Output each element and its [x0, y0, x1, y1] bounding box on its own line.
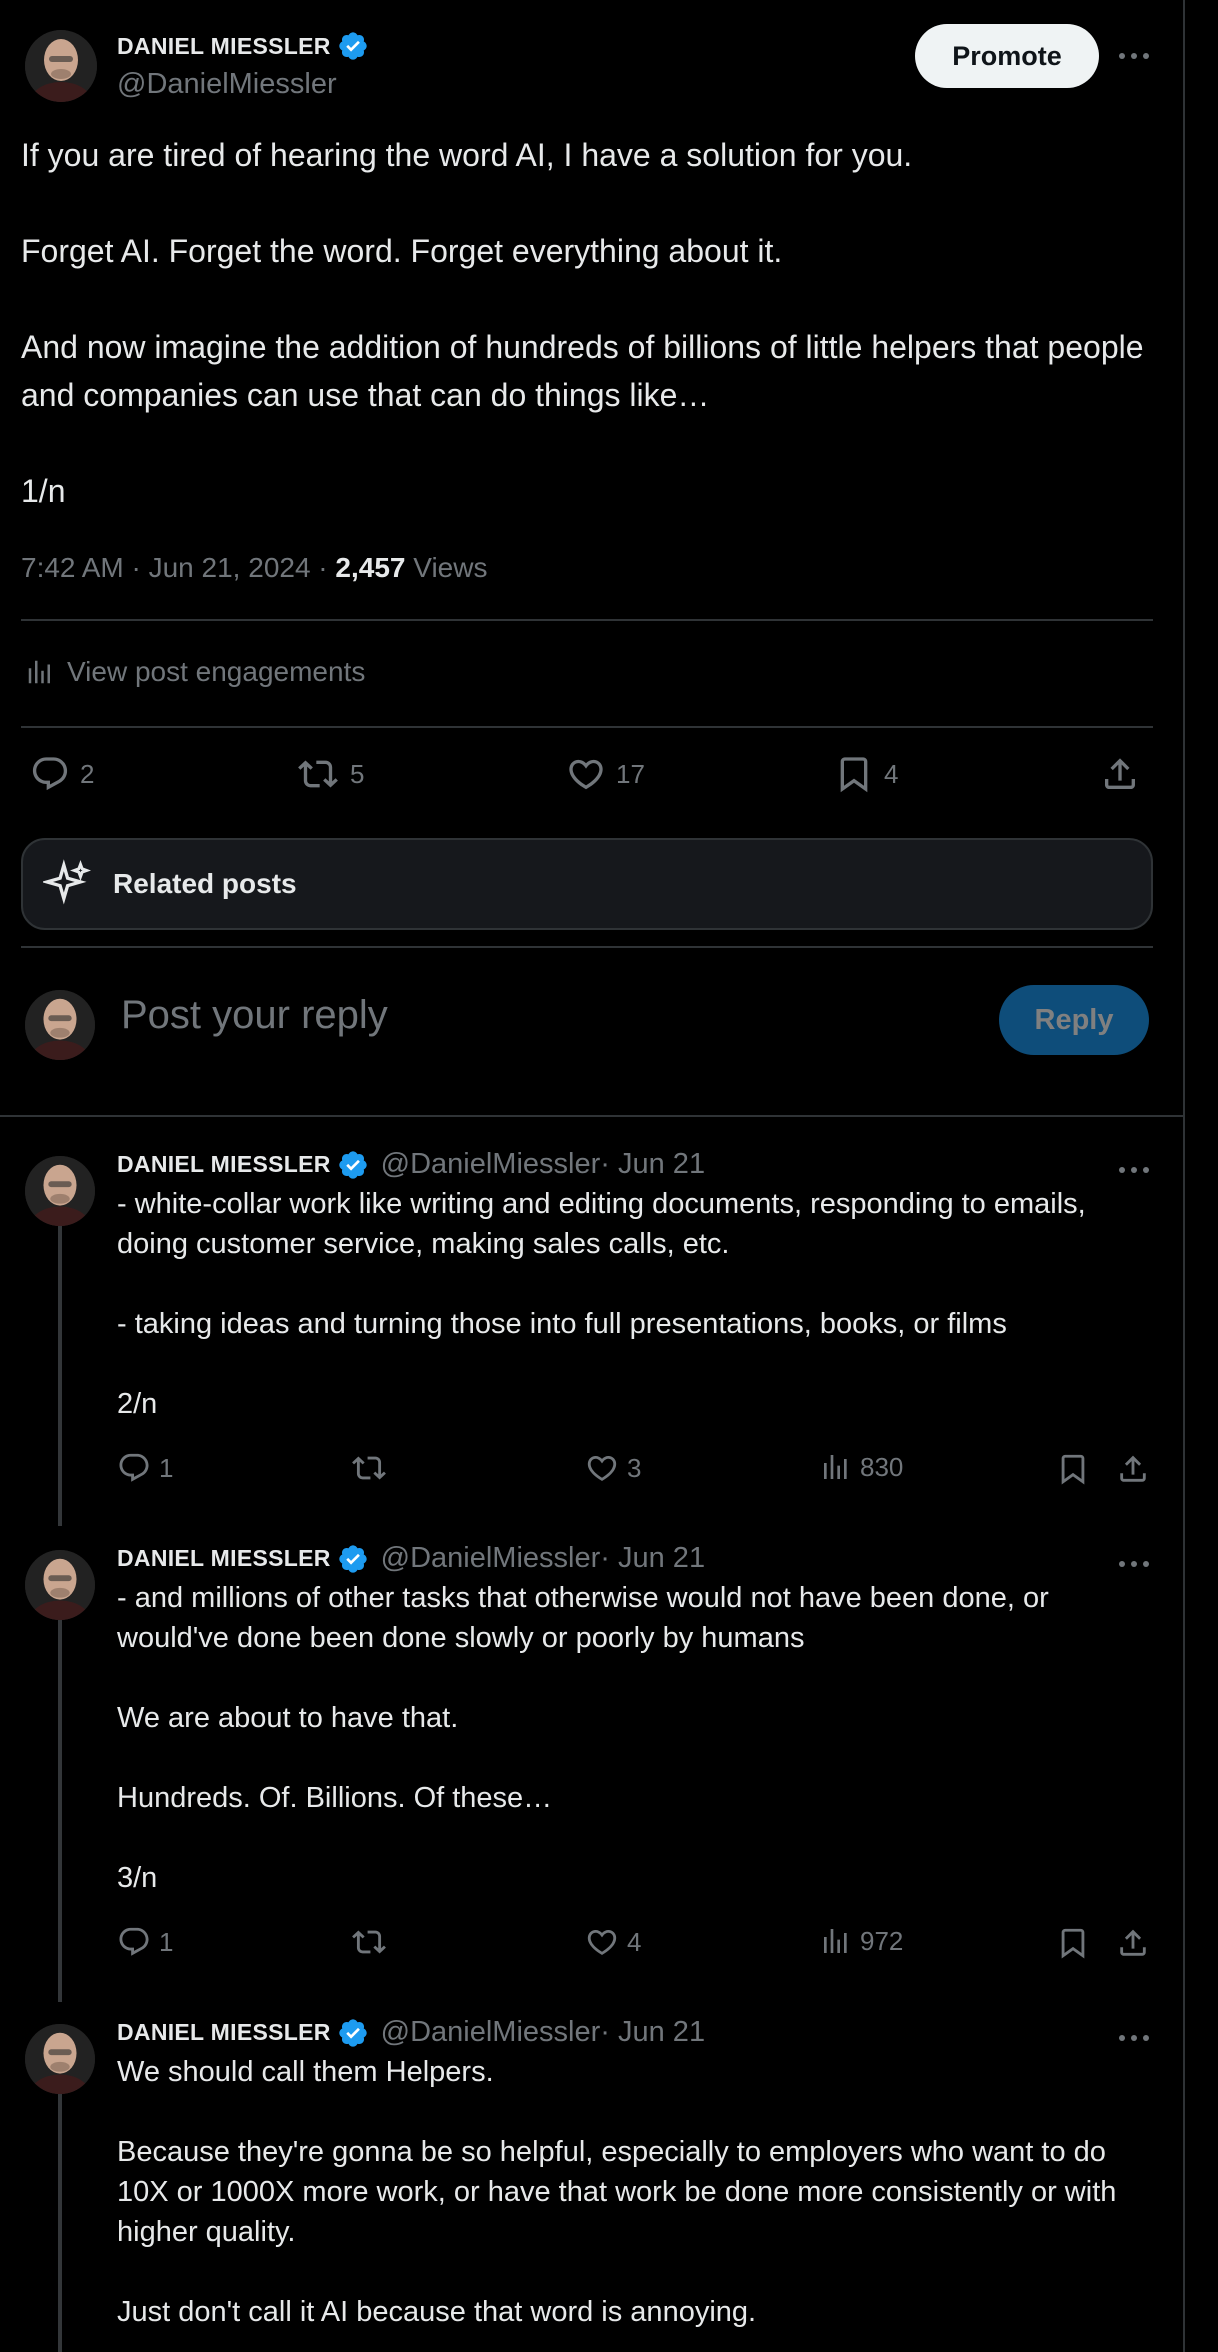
share-action[interactable] [1100, 754, 1150, 794]
share-icon[interactable] [1116, 1926, 1150, 1960]
view-count: 972 [860, 1925, 904, 1956]
views-action[interactable]: 830 [820, 1451, 903, 1483]
reply-count: 2 [80, 758, 95, 789]
reply-button[interactable]: Reply [999, 985, 1149, 1055]
author-handle[interactable]: @DanielMiessler [117, 68, 369, 101]
reply-icon [119, 1927, 149, 1956]
author-avatar[interactable] [25, 1550, 95, 1620]
reply-date[interactable]: · Jun 21 [600, 1542, 705, 1575]
related-posts-label: Related posts [113, 868, 297, 899]
like-action[interactable]: 4 [585, 1925, 641, 1959]
reply-date[interactable]: · Jun 21 [600, 1148, 705, 1181]
like-action[interactable]: 17 [566, 754, 645, 794]
more-options-icon[interactable] [1114, 46, 1154, 66]
bookmark-count: 4 [884, 758, 899, 789]
promote-button[interactable]: Promote [915, 24, 1099, 88]
bookmark-action[interactable]: 4 [834, 754, 898, 794]
author-avatar[interactable] [25, 1156, 95, 1226]
heart-icon [587, 1455, 617, 1481]
divider [21, 619, 1153, 621]
like-count: 17 [616, 758, 645, 789]
verified-badge-icon[interactable] [337, 1149, 369, 1181]
author-name[interactable]: DANIEL MIESSLER [117, 1151, 331, 1178]
post-text: If you are tired of hearing the word AI,… [21, 137, 1144, 509]
reply-icon [119, 1453, 149, 1482]
post-timestamp[interactable]: 7:42 AM · Jun 21, 2024 · [21, 552, 335, 583]
repost-count: 5 [350, 758, 365, 789]
author-name[interactable]: DANIEL MIESSLER [117, 2019, 331, 2046]
analytics-icon [824, 1929, 847, 1953]
reply-count: 1 [159, 1926, 174, 1957]
view-engagements-label: View post engagements [67, 656, 366, 687]
like-count: 4 [627, 1926, 642, 1957]
divider [21, 726, 1153, 728]
heart-icon [587, 1929, 617, 1955]
repost-icon [352, 1930, 386, 1954]
reply-date[interactable]: · Jun 21 [600, 2016, 705, 2049]
view-engagements-link[interactable]: View post engagements [25, 656, 365, 688]
views-action[interactable]: 972 [820, 1925, 903, 1957]
reply-header: DANIEL MIESSLER @DanielMiessler · Jun 21 [117, 1148, 705, 1181]
post-views-label: Views [405, 552, 488, 583]
like-action[interactable]: 3 [585, 1451, 641, 1485]
author-handle[interactable]: @DanielMiessler [381, 1148, 601, 1181]
more-options-icon[interactable] [1114, 1554, 1154, 1574]
reply-action[interactable]: 1 [117, 1925, 173, 1959]
analytics-icon [824, 1455, 847, 1479]
like-count: 3 [627, 1452, 642, 1483]
bookmark-icon[interactable] [1056, 1452, 1090, 1486]
verified-badge-icon[interactable] [337, 1543, 369, 1575]
more-options-icon[interactable] [1114, 2028, 1154, 2048]
author-handle[interactable]: @DanielMiessler [381, 2016, 601, 2049]
reply-icon [32, 757, 68, 791]
divider [0, 1115, 1185, 1117]
sparkle-icon [43, 859, 92, 905]
bookmark-icon [840, 757, 868, 793]
author-handle[interactable]: @DanielMiessler [381, 1542, 601, 1575]
reply-header: DANIEL MIESSLER @DanielMiessler · Jun 21 [117, 1542, 705, 1575]
repost-action[interactable]: 5 [296, 754, 364, 794]
reply-header: DANIEL MIESSLER @DanielMiessler · Jun 21 [117, 2016, 705, 2049]
reply-text: We should call them Helpers. Because the… [117, 2056, 1117, 2328]
post-meta: 7:42 AM · Jun 21, 2024 · 2,457 Views [21, 552, 487, 584]
post-view-count: 2,457 [335, 552, 406, 583]
more-options-icon[interactable] [1114, 1160, 1154, 1180]
verified-badge-icon[interactable] [337, 30, 369, 62]
author-avatar[interactable] [25, 30, 97, 102]
thread-reply[interactable]: DANIEL MIESSLER @DanielMiessler · Jun 21… [0, 1528, 1185, 1998]
reply-action[interactable]: 2 [30, 754, 94, 794]
repost-icon [298, 760, 338, 788]
reply-count: 1 [159, 1452, 174, 1483]
reply-text: - and millions of other tasks that other… [117, 1582, 1049, 1894]
reply-input[interactable]: Post your reply [121, 993, 388, 1038]
author-avatar[interactable] [25, 2024, 95, 2094]
repost-action[interactable] [350, 1451, 396, 1485]
reply-text: - white-collar work like writing and edi… [117, 1188, 1086, 1420]
author-name[interactable]: DANIEL MIESSLER [117, 1545, 331, 1572]
verified-badge-icon[interactable] [337, 2017, 369, 2049]
current-user-avatar[interactable] [25, 990, 95, 1060]
share-icon [1105, 758, 1135, 789]
reply-action[interactable]: 1 [117, 1451, 173, 1485]
bookmark-icon[interactable] [1056, 1926, 1090, 1960]
related-posts-button[interactable]: Related posts [21, 838, 1153, 930]
author-name[interactable]: DANIEL MIESSLER [117, 33, 331, 60]
thread-reply[interactable]: DANIEL MIESSLER @DanielMiessler · Jun 21… [0, 1134, 1185, 1554]
heart-icon [569, 759, 603, 790]
author-info: DANIEL MIESSLER @DanielMiessler [117, 30, 369, 101]
thread-reply[interactable]: DANIEL MIESSLER @DanielMiessler · Jun 21… [0, 2002, 1185, 2352]
analytics-icon [28, 660, 50, 684]
repost-icon [352, 1456, 386, 1480]
share-icon[interactable] [1116, 1452, 1150, 1486]
divider [21, 946, 1153, 948]
view-count: 830 [860, 1451, 904, 1482]
repost-action[interactable] [350, 1925, 396, 1959]
